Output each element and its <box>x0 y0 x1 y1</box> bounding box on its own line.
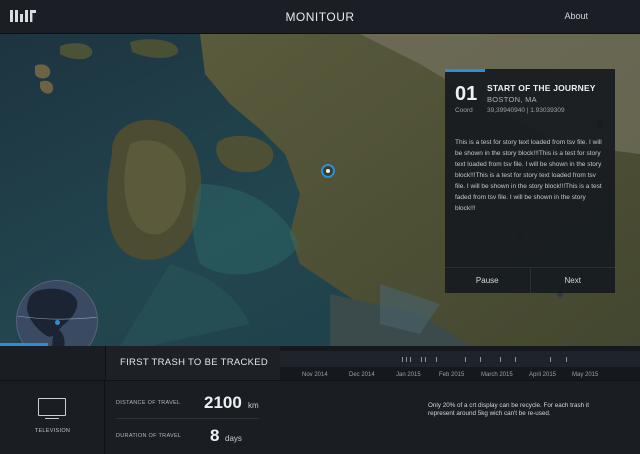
duration-label: DURATION OF TRAVEL <box>116 433 182 439</box>
timeline-tick[interactable] <box>436 357 437 362</box>
timeline-month: April 2015 <box>529 372 557 378</box>
next-button[interactable]: Next <box>529 268 616 293</box>
timeline-month: Nov 2014 <box>302 372 328 378</box>
duration-unit: days <box>225 434 242 443</box>
item-label: TELEVISION <box>34 428 71 434</box>
story-controls: Pause Next <box>445 267 615 293</box>
distance-value: 2100 <box>204 393 242 412</box>
television-icon <box>38 398 66 419</box>
fact-text: Only 20% of a crt display can be recycle… <box>428 402 589 417</box>
timeline-month: Feb 2015 <box>439 372 465 378</box>
timeline-tick[interactable] <box>480 357 481 362</box>
timeline-tick[interactable] <box>406 357 407 362</box>
timeline-tick[interactable] <box>550 357 551 362</box>
distance-unit: km <box>248 401 259 410</box>
timeline-month: March 2015 <box>481 372 513 378</box>
globe-location-dot <box>55 320 60 325</box>
coord-label: Coord <box>455 107 473 114</box>
story-panel: 01 START OF THE JOURNEY BOSTON, MA Coord… <box>445 69 615 293</box>
about-link[interactable]: About <box>564 11 588 21</box>
duration-value: 8 <box>210 426 220 445</box>
timeline-month: Jan 2015 <box>396 372 421 378</box>
story-number: 01 <box>455 83 478 105</box>
timeline-track[interactable] <box>280 351 640 367</box>
coord-value: 39,39940940 | 1.93039309 <box>487 107 565 114</box>
section-title: FIRST TRASH TO BE TRACKED <box>120 357 269 368</box>
top-bar: MONITOUR About <box>0 0 640 34</box>
story-text: This is a test for story text loaded fro… <box>455 139 602 212</box>
timeline-tick[interactable] <box>402 357 403 362</box>
section-header: FIRST TRASH TO BE TRACKED <box>105 346 280 380</box>
timeline-tick[interactable] <box>410 357 411 362</box>
timeline-month: May 2015 <box>572 372 599 378</box>
pause-button[interactable]: Pause <box>445 268 530 293</box>
timeline-month: Dec 2014 <box>349 372 375 378</box>
journey-location-marker[interactable] <box>321 164 335 178</box>
app-title: MONITOUR <box>285 10 355 24</box>
distance-label: DISTANCE OF TRAVEL <box>116 400 181 406</box>
timeline-tick[interactable] <box>515 357 516 362</box>
story-subtitle: BOSTON, MA <box>487 95 537 104</box>
story-accent-bar <box>445 69 485 72</box>
timeline-tick[interactable] <box>566 357 567 362</box>
story-title: START OF THE JOURNEY <box>487 83 596 93</box>
timeline-tick[interactable] <box>421 357 422 362</box>
timeline-tick[interactable] <box>425 357 426 362</box>
timeline-tick[interactable] <box>500 357 501 362</box>
timeline-tick[interactable] <box>465 357 466 362</box>
stats-divider <box>116 418 259 419</box>
